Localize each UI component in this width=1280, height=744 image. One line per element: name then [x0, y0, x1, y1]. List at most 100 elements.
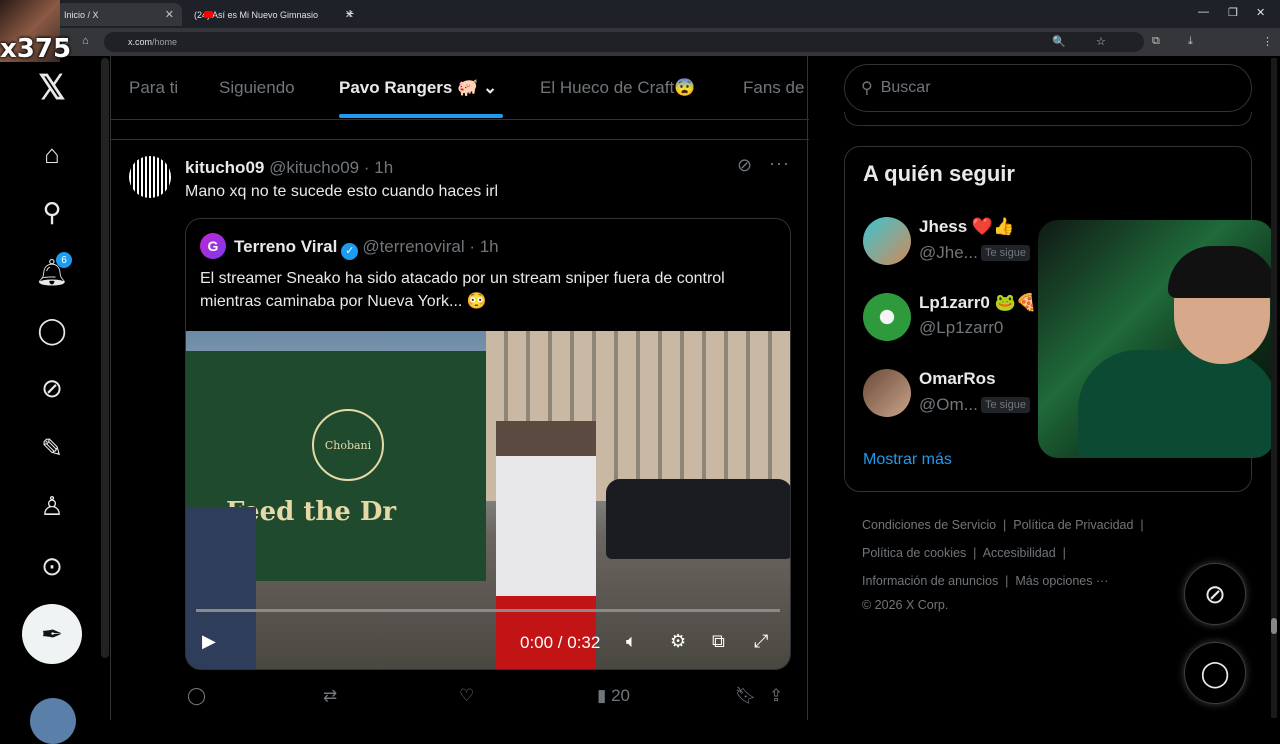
tweet-time[interactable]: · 1h: [364, 158, 393, 177]
more-icon[interactable]: ···: [769, 153, 790, 174]
footer-link-label: Accesibilidad: [982, 546, 1056, 560]
like-icon[interactable]: ♡: [459, 686, 474, 706]
webcam-hair: [1168, 246, 1274, 298]
window-close-icon[interactable]: ✕: [1256, 6, 1265, 19]
account-avatar[interactable]: [30, 698, 76, 744]
profile-icon[interactable]: ♙: [32, 486, 72, 526]
volume-icon[interactable]: 🔈︎: [626, 631, 637, 652]
avatar[interactable]: [863, 293, 911, 341]
quote-time: · 1h: [469, 237, 499, 256]
new-tab-icon[interactable]: +: [346, 5, 354, 21]
footer-link[interactable]: Política de cookies | Accesibilidad |: [862, 546, 1066, 560]
show-more-link[interactable]: Mostrar más: [863, 451, 952, 469]
video-progress-bar[interactable]: [196, 609, 780, 612]
tab-para-ti[interactable]: Para ti: [129, 78, 178, 98]
reply-icon[interactable]: ◯: [187, 686, 206, 706]
messages-floating-button[interactable]: ◯: [1184, 642, 1246, 704]
settings-icon[interactable]: ⚙: [670, 631, 686, 652]
author-name[interactable]: kitucho09: [185, 158, 264, 177]
webcam-overlay-right: [1038, 220, 1274, 458]
views-count: 20: [611, 686, 631, 705]
search-input[interactable]: ⚲ Buscar: [844, 64, 1252, 112]
avatar[interactable]: [863, 369, 911, 417]
bookmark-star-icon[interactable]: ☆: [1096, 35, 1106, 48]
footer-link[interactable]: Condiciones de Servicio | Política de Pr…: [862, 518, 1144, 532]
tab-fans-de[interactable]: Fans de: [743, 78, 804, 98]
browser-tabstrip: Inicio / X ✕ (24) Así es Mi Nuevo Gimnas…: [0, 0, 1280, 28]
bookmark-icon[interactable]: 🔖︎: [735, 686, 757, 706]
quote-author-name[interactable]: Terreno Viral: [234, 237, 337, 256]
x-logo-icon[interactable]: 𝕏: [32, 68, 72, 108]
follow-handle[interactable]: @Jhe...: [919, 243, 978, 263]
browser-tab-x[interactable]: Inicio / X ✕: [56, 3, 182, 26]
play-icon[interactable]: ▶: [202, 631, 216, 652]
footer-link[interactable]: Información de anuncios | Más opciones ·…: [862, 574, 1108, 588]
webcam-body: [1078, 350, 1274, 458]
tweet-header: kitucho09 @kitucho09 · 1h: [185, 158, 393, 178]
tab-label: Pavo Rangers 🐖: [339, 78, 479, 97]
url-path: /home: [152, 37, 178, 47]
grok-icon[interactable]: ⊘: [737, 155, 752, 176]
grok-floating-button[interactable]: ⊘: [1184, 563, 1246, 625]
chevron-down-icon[interactable]: ⌄: [483, 78, 497, 97]
messages-icon[interactable]: ◯: [32, 310, 72, 350]
scrollbar[interactable]: [101, 58, 109, 658]
footer-link-label: Política de cookies: [862, 546, 967, 560]
grok-icon: ⊘: [1204, 578, 1226, 609]
tab-hueco-de-craft[interactable]: El Hueco de Craft😨: [540, 78, 695, 98]
follows-you-badge: Te sigue: [981, 397, 1030, 413]
browser-tab-youtube[interactable]: (24) Así es Mi Nuevo Gimnasio ✕: [186, 3, 362, 26]
home-icon[interactable]: ⌂: [32, 134, 72, 174]
follow-handle[interactable]: @Lp1zarr0: [919, 318, 1003, 338]
avatar[interactable]: [863, 217, 911, 265]
follow-name[interactable]: Jhess ❤️👍: [919, 217, 1014, 237]
search-icon[interactable]: ⚲: [32, 192, 72, 232]
avatar[interactable]: G: [200, 233, 226, 259]
quote-text: El streamer Sneako ha sido atacado por u…: [200, 270, 725, 310]
extensions-icon[interactable]: ⧉: [1152, 35, 1160, 48]
share-icon[interactable]: ⇪: [769, 686, 783, 706]
footer-link-label: Más opciones ···: [1015, 574, 1109, 588]
browser-menu-icon[interactable]: ⋮: [1262, 35, 1273, 48]
post-button[interactable]: ✒: [22, 604, 82, 664]
tab-label: Inicio / X: [64, 9, 99, 20]
footer-link-label: Condiciones de Servicio: [862, 518, 997, 532]
address-bar[interactable]: x.com/home: [104, 32, 1144, 52]
active-tab-indicator: [339, 114, 503, 118]
tweet-text: Mano xq no te sucede esto cuando haces i…: [185, 183, 499, 200]
more-icon[interactable]: ⊙: [32, 546, 72, 586]
follow-name[interactable]: OmarRos: [919, 369, 996, 389]
avatar[interactable]: [129, 156, 171, 198]
quote-author-handle[interactable]: @terrenoviral: [362, 237, 464, 256]
timeline-tabs: Para ti Siguiendo Pavo Rangers 🐖 ⌄ El Hu…: [111, 56, 809, 120]
close-tab-icon[interactable]: ✕: [165, 8, 174, 21]
url-host: x.com: [128, 37, 153, 47]
grok-icon[interactable]: ⊘: [32, 368, 72, 408]
quoted-tweet[interactable]: G Terreno Viral ✓ @terrenoviral · 1h El st…: [185, 218, 791, 670]
fullscreen-icon[interactable]: ⤢: [754, 631, 768, 652]
truck-logo: Chobani: [312, 409, 384, 481]
author-handle[interactable]: @kitucho09: [269, 158, 359, 177]
picture-in-picture-icon[interactable]: ⧉: [712, 631, 725, 652]
scrollbar-thumb[interactable]: [1271, 618, 1277, 634]
minimize-icon[interactable]: —: [1198, 6, 1209, 18]
verified-badge-icon: ✓: [341, 243, 359, 260]
zoom-icon[interactable]: 🔍: [1052, 35, 1066, 48]
follow-name[interactable]: Lp1zarr0 🐸🍕: [919, 293, 1037, 313]
lists-icon[interactable]: ✎: [32, 428, 72, 468]
video-time: 0:00 / 0:32: [520, 633, 601, 652]
tab-siguiendo[interactable]: Siguiendo: [219, 78, 295, 98]
views-icon: ▮: [597, 686, 607, 705]
follows-you-badge: Te sigue: [981, 245, 1030, 261]
home-icon[interactable]: ⌂: [82, 35, 89, 47]
tab-pavo-rangers[interactable]: Pavo Rangers 🐖 ⌄: [339, 78, 497, 98]
download-icon[interactable]: ⤓: [1188, 35, 1193, 48]
repost-icon[interactable]: ⇄: [323, 686, 337, 706]
video-player[interactable]: Chobani Feed the Dr ▶ 0:00 / 0:32 🔈︎ ⚙ ⧉…: [186, 331, 790, 669]
video-frame-car: [606, 479, 790, 559]
feather-plus-icon: ✒: [41, 618, 63, 649]
maximize-icon[interactable]: ❐: [1228, 6, 1238, 19]
views-button[interactable]: ▮ 20: [597, 686, 630, 706]
follow-handle[interactable]: @Om...: [919, 395, 978, 415]
scrollbar[interactable]: [1271, 58, 1277, 718]
